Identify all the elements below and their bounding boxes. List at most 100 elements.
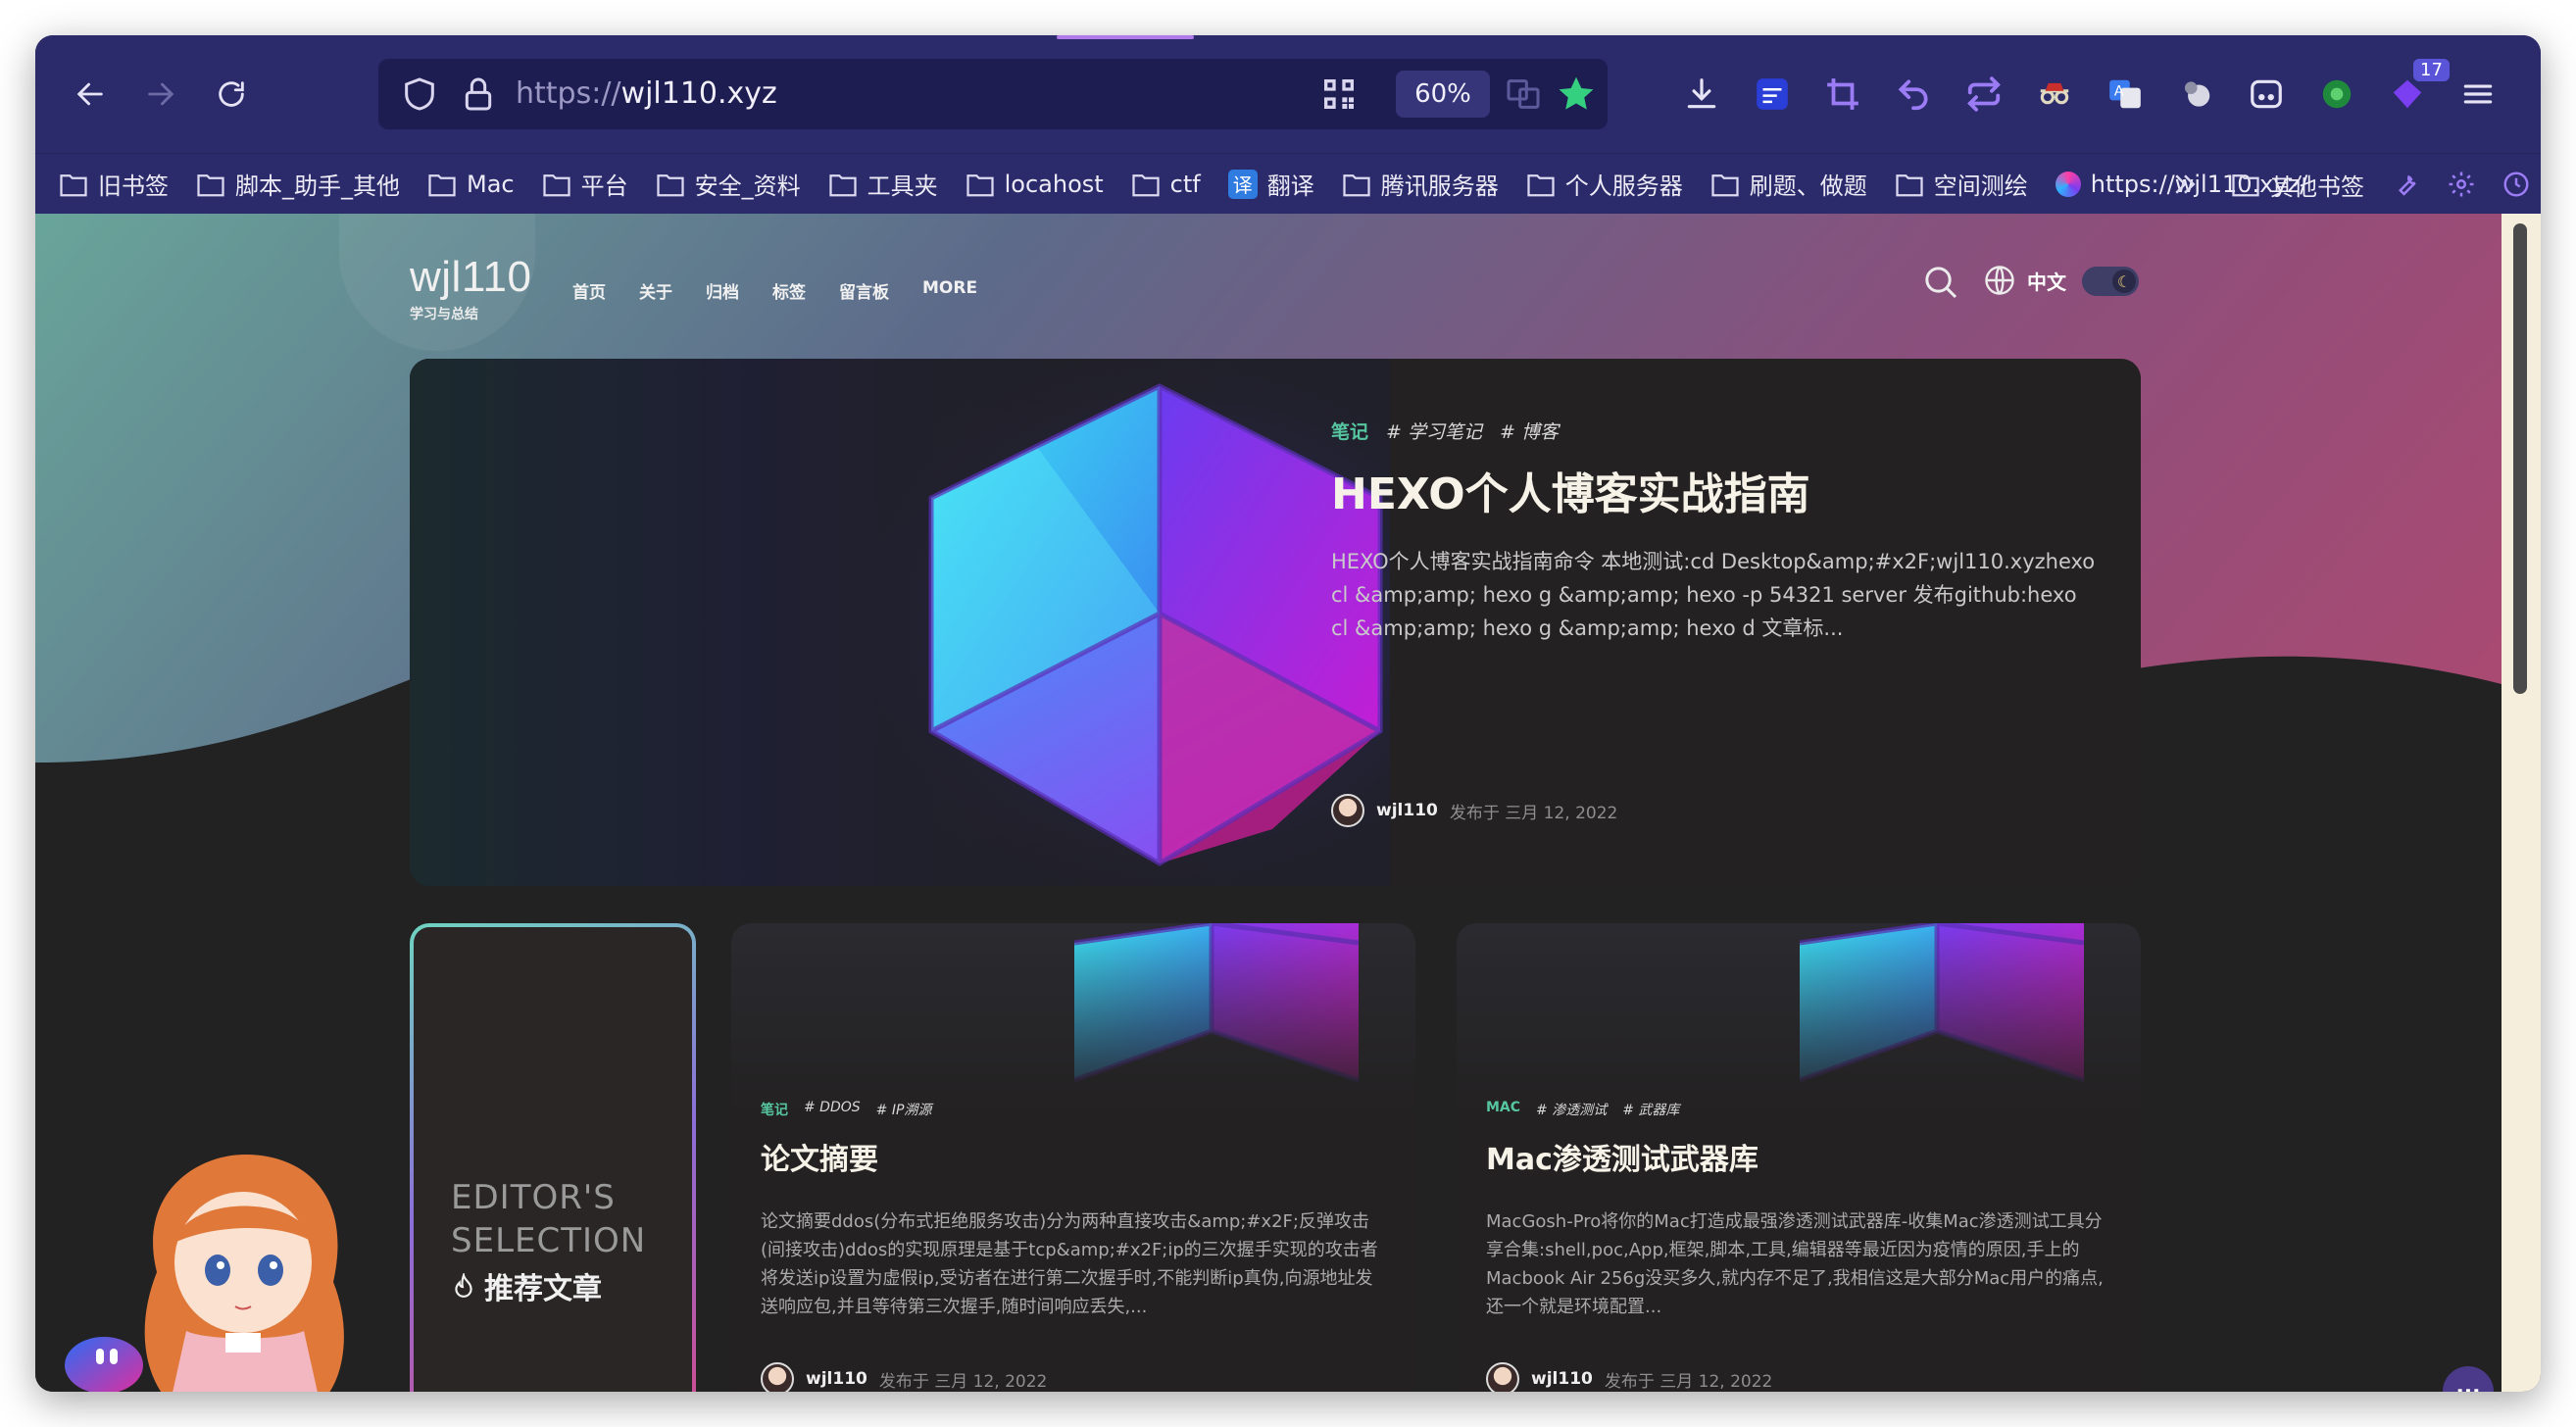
- author-name[interactable]: wjl110: [1531, 1369, 1593, 1389]
- anime-mascot-image[interactable]: [118, 1155, 369, 1392]
- mask-extension-button[interactable]: [2239, 67, 2294, 122]
- search-icon[interactable]: [1921, 263, 1960, 302]
- more-bookmarks-button[interactable]: [2170, 154, 2200, 215]
- browser-toolbar: https://wjl110.xyz 60% A 17: [35, 35, 2541, 153]
- tag-link[interactable]: # 渗透测试: [1536, 1100, 1607, 1119]
- card-title[interactable]: 论文摘要: [761, 1135, 878, 1178]
- post-date: 发布于 三月 12, 2022: [1449, 803, 1618, 823]
- bookmark-label: 个人服务器: [1564, 172, 1683, 200]
- crop-extension-button[interactable]: [1815, 67, 1870, 122]
- url-text[interactable]: https://wjl110.xyz: [516, 76, 777, 111]
- lock-icon[interactable]: [459, 74, 498, 114]
- nav-archive[interactable]: 归档: [706, 278, 739, 303]
- dark-mode-toggle[interactable]: ☾: [2082, 267, 2139, 296]
- nav-tags[interactable]: 标签: [772, 278, 806, 303]
- reload-button[interactable]: [204, 67, 259, 122]
- shield-icon[interactable]: [400, 74, 439, 114]
- orb-extension-button[interactable]: [2168, 67, 2223, 122]
- back-button[interactable]: [63, 67, 118, 122]
- history-button[interactable]: [2502, 154, 2531, 215]
- downloads-button[interactable]: [1674, 67, 1729, 122]
- bookmark-folder[interactable]: ctf: [1131, 171, 1201, 198]
- undo-extension-button[interactable]: [1886, 67, 1941, 122]
- wrench-button[interactable]: [2392, 154, 2421, 215]
- nav-home[interactable]: 首页: [572, 278, 606, 303]
- author-avatar[interactable]: [761, 1362, 794, 1392]
- card-title[interactable]: Mac渗透测试武器库: [1486, 1135, 1759, 1178]
- folder-icon: [428, 173, 456, 196]
- category-link[interactable]: 笔记: [1331, 418, 1368, 444]
- page-scrollbar-thumb[interactable]: [2513, 223, 2527, 694]
- featured-post-card[interactable]: 笔记 # 学习笔记 # 博客 HEXO个人博客实战指南 HEXO个人博客实战指南…: [410, 359, 2141, 886]
- bookmark-label: 刷题、做题: [1749, 172, 1867, 200]
- other-bookmarks-folder[interactable]: 其他书签: [2231, 154, 2364, 215]
- bookmark-folder[interactable]: 安全_资料: [656, 167, 801, 201]
- tag-link[interactable]: # DDOS: [804, 1100, 861, 1119]
- bookmark-folder[interactable]: 平台: [542, 167, 628, 201]
- active-tab-indicator: [1057, 35, 1194, 39]
- green-extension-button[interactable]: [2309, 67, 2364, 122]
- blob-widget-icon[interactable]: [63, 1335, 145, 1392]
- editors-line-2: SELECTION: [451, 1221, 647, 1260]
- folder-icon: [1711, 173, 1739, 196]
- forward-button[interactable]: [133, 67, 188, 122]
- green-circle-icon: [2322, 79, 2352, 109]
- zoom-level-button[interactable]: 60%: [1396, 71, 1490, 118]
- category-link[interactable]: 笔记: [761, 1100, 788, 1119]
- tag-link[interactable]: # IP溯源: [876, 1100, 932, 1119]
- bookmark-folder[interactable]: 工具夹: [828, 167, 938, 201]
- tag-link[interactable]: # 武器库: [1622, 1100, 1679, 1119]
- bookmark-folder[interactable]: 空间测绘: [1895, 167, 2028, 201]
- tag-link[interactable]: # 博客: [1500, 418, 1559, 444]
- main-nav: 首页 关于 归档 标签 留言板 MORE: [572, 278, 977, 303]
- browser-window: https://wjl110.xyz 60% A 17 旧书签 脚本_助手_其他…: [35, 35, 2541, 1392]
- nav-more[interactable]: MORE: [922, 278, 977, 303]
- bookmark-folder[interactable]: Mac: [427, 171, 515, 198]
- spy-extension-button[interactable]: [2027, 67, 2082, 122]
- category-link[interactable]: MAC: [1486, 1100, 1520, 1119]
- repeat-extension-button[interactable]: [1957, 67, 2011, 122]
- language-switcher[interactable]: 中文: [1982, 263, 2066, 298]
- bookmark-label: 安全_资料: [694, 172, 801, 200]
- post-card[interactable]: 笔记 # DDOS # IP溯源 论文摘要 论文摘要ddos(分布式拒绝服务攻击…: [731, 923, 1415, 1392]
- moon-icon: ☾: [2112, 270, 2136, 293]
- bookmarks-bar: 旧书签 脚本_助手_其他 Mac 平台 安全_资料 工具夹 locahost c…: [35, 153, 2541, 214]
- menu-button[interactable]: [2451, 67, 2505, 122]
- author-name[interactable]: wjl110: [1376, 801, 1438, 820]
- orb-icon: [2184, 81, 2210, 107]
- bookmark-folder[interactable]: locahost: [966, 171, 1104, 198]
- gear-icon: [2449, 172, 2474, 197]
- bookmark-translate[interactable]: 译翻译: [1227, 167, 1314, 201]
- hello-extension-icon: [1757, 78, 1788, 110]
- nav-guestbook[interactable]: 留言板: [839, 278, 889, 303]
- post-cover-image: [731, 923, 1415, 1119]
- folder-icon: [2232, 174, 2259, 197]
- bookmark-folder[interactable]: 刷题、做题: [1710, 167, 1867, 201]
- hello-extension-button[interactable]: [1745, 67, 1800, 122]
- hero-title[interactable]: HEXO个人博客实战指南: [1331, 459, 1810, 521]
- card-description: MacGosh-Pro将你的Mac打造成最强渗透测试武器库-收集Mac渗透测试工…: [1486, 1211, 2104, 1317]
- settings-button[interactable]: [2447, 154, 2476, 215]
- bookmark-folder[interactable]: 脚本_助手_其他: [196, 167, 400, 201]
- bookmark-star-icon[interactable]: [1555, 73, 1598, 116]
- page-translate-icon[interactable]: [1504, 74, 1543, 114]
- site-logo[interactable]: wjl110: [410, 253, 531, 302]
- folder-icon: [828, 173, 857, 196]
- qr-code-icon[interactable]: [1319, 74, 1359, 114]
- bookmark-folder[interactable]: 旧书签: [59, 167, 169, 201]
- address-bar[interactable]: https://wjl110.xyz 60%: [378, 59, 1608, 129]
- author-avatar[interactable]: [1486, 1362, 1519, 1392]
- post-card[interactable]: MAC # 渗透测试 # 武器库 Mac渗透测试武器库 MacGosh-Pro将…: [1457, 923, 2141, 1392]
- undo-icon: [1898, 79, 1928, 111]
- tag-link[interactable]: # 学习笔记: [1386, 418, 1482, 444]
- arrow-left-icon: [76, 82, 103, 106]
- author-avatar[interactable]: [1331, 794, 1364, 827]
- bookmark-folder[interactable]: 腾讯服务器: [1342, 167, 1499, 201]
- translate-extension-button[interactable]: A: [2098, 67, 2153, 122]
- nav-about[interactable]: 关于: [639, 278, 672, 303]
- bookmark-folder[interactable]: 个人服务器: [1526, 167, 1683, 201]
- hero-description: HEXO个人博客实战指南命令 本地测试:cd Desktop&amp;#x2F;…: [1331, 550, 2096, 640]
- post-cover-image: [1457, 923, 2141, 1119]
- author-name[interactable]: wjl110: [806, 1369, 867, 1389]
- wrench-icon: [2398, 174, 2416, 196]
